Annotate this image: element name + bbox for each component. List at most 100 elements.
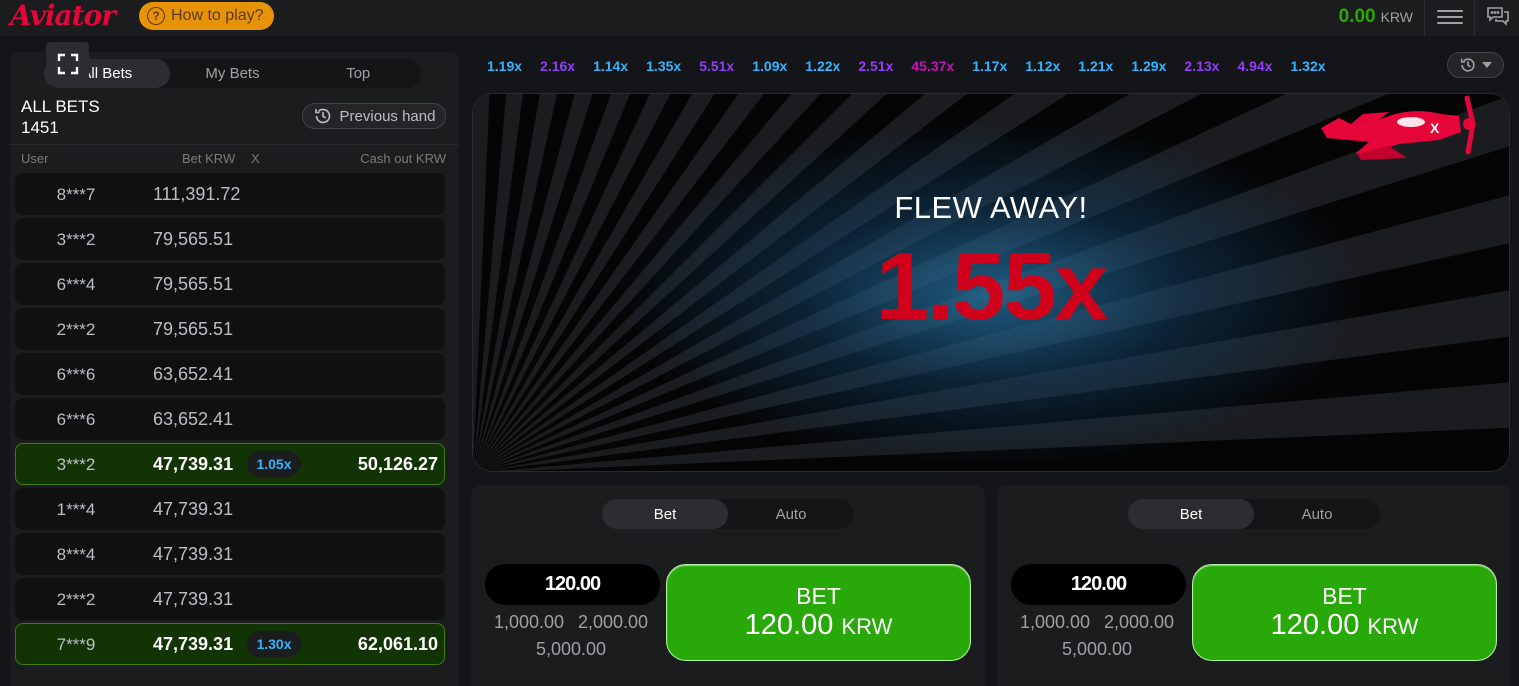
bet-row-user: 3***2 — [56, 455, 96, 474]
how-to-play-button[interactable]: ? How to play? — [139, 2, 274, 30]
bet-row: 1***4 47,739.31 — [15, 488, 445, 530]
quick-amount-1000[interactable]: 1,000.00 — [494, 612, 564, 633]
payout-item[interactable]: 2.51x — [849, 55, 902, 77]
payout-item[interactable]: 45.37x — [902, 55, 963, 77]
balance-amount: 0.00 — [1338, 6, 1376, 27]
payout-item[interactable]: 1.22x — [796, 55, 849, 77]
payout-item[interactable]: 2.13x — [1175, 55, 1228, 77]
bet-row-amount: 79,565.51 — [153, 229, 234, 249]
bet-row-user: 6***4 — [56, 275, 96, 294]
bet-row-amount: 47,739.31 — [153, 634, 234, 654]
bet-row: 7***9 47,739.31 1.30x 62,061.10 — [15, 623, 445, 665]
bet-row-amount: 63,652.41 — [153, 409, 234, 429]
bet-row-amount: 47,739.31 — [153, 499, 234, 519]
previous-hand-label: Previous hand — [339, 107, 436, 125]
svg-text:X: X — [1430, 120, 1440, 136]
tab-bet[interactable]: Bet — [602, 499, 728, 529]
bet-button-amount: 120.00 — [1270, 608, 1360, 641]
bet-button[interactable]: BET 120.00 KRW — [666, 564, 971, 661]
quick-amount-1000[interactable]: 1,000.00 — [1020, 612, 1090, 633]
bet-button-amount-line: 120.00 KRW — [1271, 609, 1419, 643]
history-icon — [1460, 58, 1475, 72]
bet-row-cashout: 50,126.27 — [357, 454, 438, 474]
bet-button-amount: 120.00 — [744, 608, 834, 641]
game-stage: FLEW AWAY! 1.55x X — [472, 93, 1510, 472]
bet-button-label: BET — [796, 582, 841, 609]
payout-item[interactable]: 2.16x — [531, 55, 584, 77]
bet-amount-input[interactable]: 120.00 — [1011, 564, 1186, 605]
plane-icon: X — [1321, 95, 1476, 160]
bet-amount-input[interactable]: 120.00 — [485, 564, 660, 605]
all-bets-title: ALL BETS — [21, 97, 100, 116]
bet-row-amount: 79,565.51 — [153, 319, 234, 339]
quick-amount-5000[interactable]: 5,000.00 — [1062, 639, 1132, 660]
bet-row: 6***6 63,652.41 — [15, 353, 445, 395]
bet-row-amount: 47,739.31 — [153, 589, 234, 609]
tab-my-bets[interactable]: My Bets — [170, 59, 296, 88]
header-divider — [1424, 0, 1425, 36]
bet-row-user: 2***2 — [56, 590, 96, 609]
bet-row-user: 6***6 — [56, 365, 96, 384]
payout-item[interactable]: 1.35x — [637, 55, 690, 77]
payout-item[interactable]: 1.21x — [1069, 55, 1122, 77]
payout-item[interactable]: 1.19x — [478, 55, 531, 77]
bet-panel-2: Bet Auto 120.00 1,000.00 2,000.00 5,000.… — [997, 485, 1511, 686]
top-bar: Aviator ? How to play? 0.00 KRW — [0, 0, 1519, 36]
balance: 0.00 KRW — [1339, 6, 1413, 28]
payout-item[interactable]: 1.17x — [963, 55, 1016, 77]
history-dropdown-button[interactable] — [1447, 52, 1504, 78]
tab-auto[interactable]: Auto — [728, 499, 854, 529]
bet-row: 8***7 111,391.72 — [15, 173, 445, 215]
fullscreen-icon[interactable] — [46, 42, 89, 85]
tab-auto[interactable]: Auto — [1254, 499, 1380, 529]
question-icon: ? — [147, 7, 165, 25]
balance-currency: KRW — [1380, 9, 1413, 25]
menu-icon[interactable] — [1437, 7, 1463, 27]
previous-hand-button[interactable]: Previous hand — [302, 103, 446, 129]
bet-row-user: 2***2 — [56, 320, 96, 339]
tab-top[interactable]: Top — [295, 59, 421, 88]
quick-amount-2000[interactable]: 2,000.00 — [1104, 612, 1174, 633]
bet-mode-tabs: Bet Auto — [1128, 499, 1380, 529]
payout-item[interactable]: 1.32x — [1281, 55, 1334, 77]
quick-amount-5000[interactable]: 5,000.00 — [536, 639, 606, 660]
payout-item[interactable]: 1.12x — [1016, 55, 1069, 77]
bets-panel: All Bets My Bets Top ALL BETS 1451 Previ… — [10, 52, 459, 686]
all-bets-header: ALL BETS 1451 — [21, 96, 100, 138]
tab-bet[interactable]: Bet — [1128, 499, 1254, 529]
crash-multiplier: 1.55x — [875, 233, 1108, 340]
bet-row-amount: 79,565.51 — [153, 274, 234, 294]
quick-amount-2000[interactable]: 2,000.00 — [578, 612, 648, 633]
bet-button-currency: KRW — [1367, 613, 1419, 639]
bet-button-label: BET — [1322, 582, 1367, 609]
col-x: X — [251, 151, 260, 166]
bet-row: 2***2 47,739.31 — [15, 578, 445, 620]
chat-icon[interactable] — [1486, 5, 1510, 27]
bet-row-amount: 47,739.31 — [153, 544, 234, 564]
bets-table-header: User Bet KRW X Cash out KRW — [10, 144, 459, 172]
bet-panel-1: Bet Auto 120.00 1,000.00 2,000.00 5,000.… — [471, 485, 985, 686]
bet-button-amount-line: 120.00 KRW — [745, 609, 893, 643]
payout-item[interactable]: 1.29x — [1122, 55, 1175, 77]
bet-row: 6***4 79,565.51 — [15, 263, 445, 305]
payout-item[interactable]: 5.51x — [690, 55, 743, 77]
bet-row: 6***6 63,652.41 — [15, 398, 445, 440]
bet-row-user: 1***4 — [56, 500, 96, 519]
payouts-history: 1.19x 2.16x 1.14x 1.35x 5.51x 1.09x 1.22x 2.51x… — [478, 52, 1438, 80]
payout-item[interactable]: 4.94x — [1228, 55, 1281, 77]
bet-row-amount: 47,739.31 — [153, 454, 234, 474]
bet-row-user: 8***4 — [56, 545, 96, 564]
col-user: User — [21, 151, 49, 166]
how-to-play-label: How to play? — [171, 7, 264, 24]
payout-item[interactable]: 1.09x — [743, 55, 796, 77]
bet-mode-tabs: Bet Auto — [602, 499, 854, 529]
bet-row-cashout: 62,061.10 — [357, 634, 438, 654]
payout-item[interactable]: 1.14x — [584, 55, 637, 77]
bets-tabs: All Bets My Bets Top — [44, 59, 421, 88]
bet-row: 8***4 47,739.31 — [15, 533, 445, 575]
all-bets-count: 1451 — [21, 118, 59, 137]
aviator-logo[interactable]: Aviator — [10, 0, 116, 32]
bet-row-multiplier: 1.30x — [247, 631, 301, 657]
bet-button[interactable]: BET 120.00 KRW — [1192, 564, 1497, 661]
col-cashout: Cash out KRW — [360, 151, 446, 166]
